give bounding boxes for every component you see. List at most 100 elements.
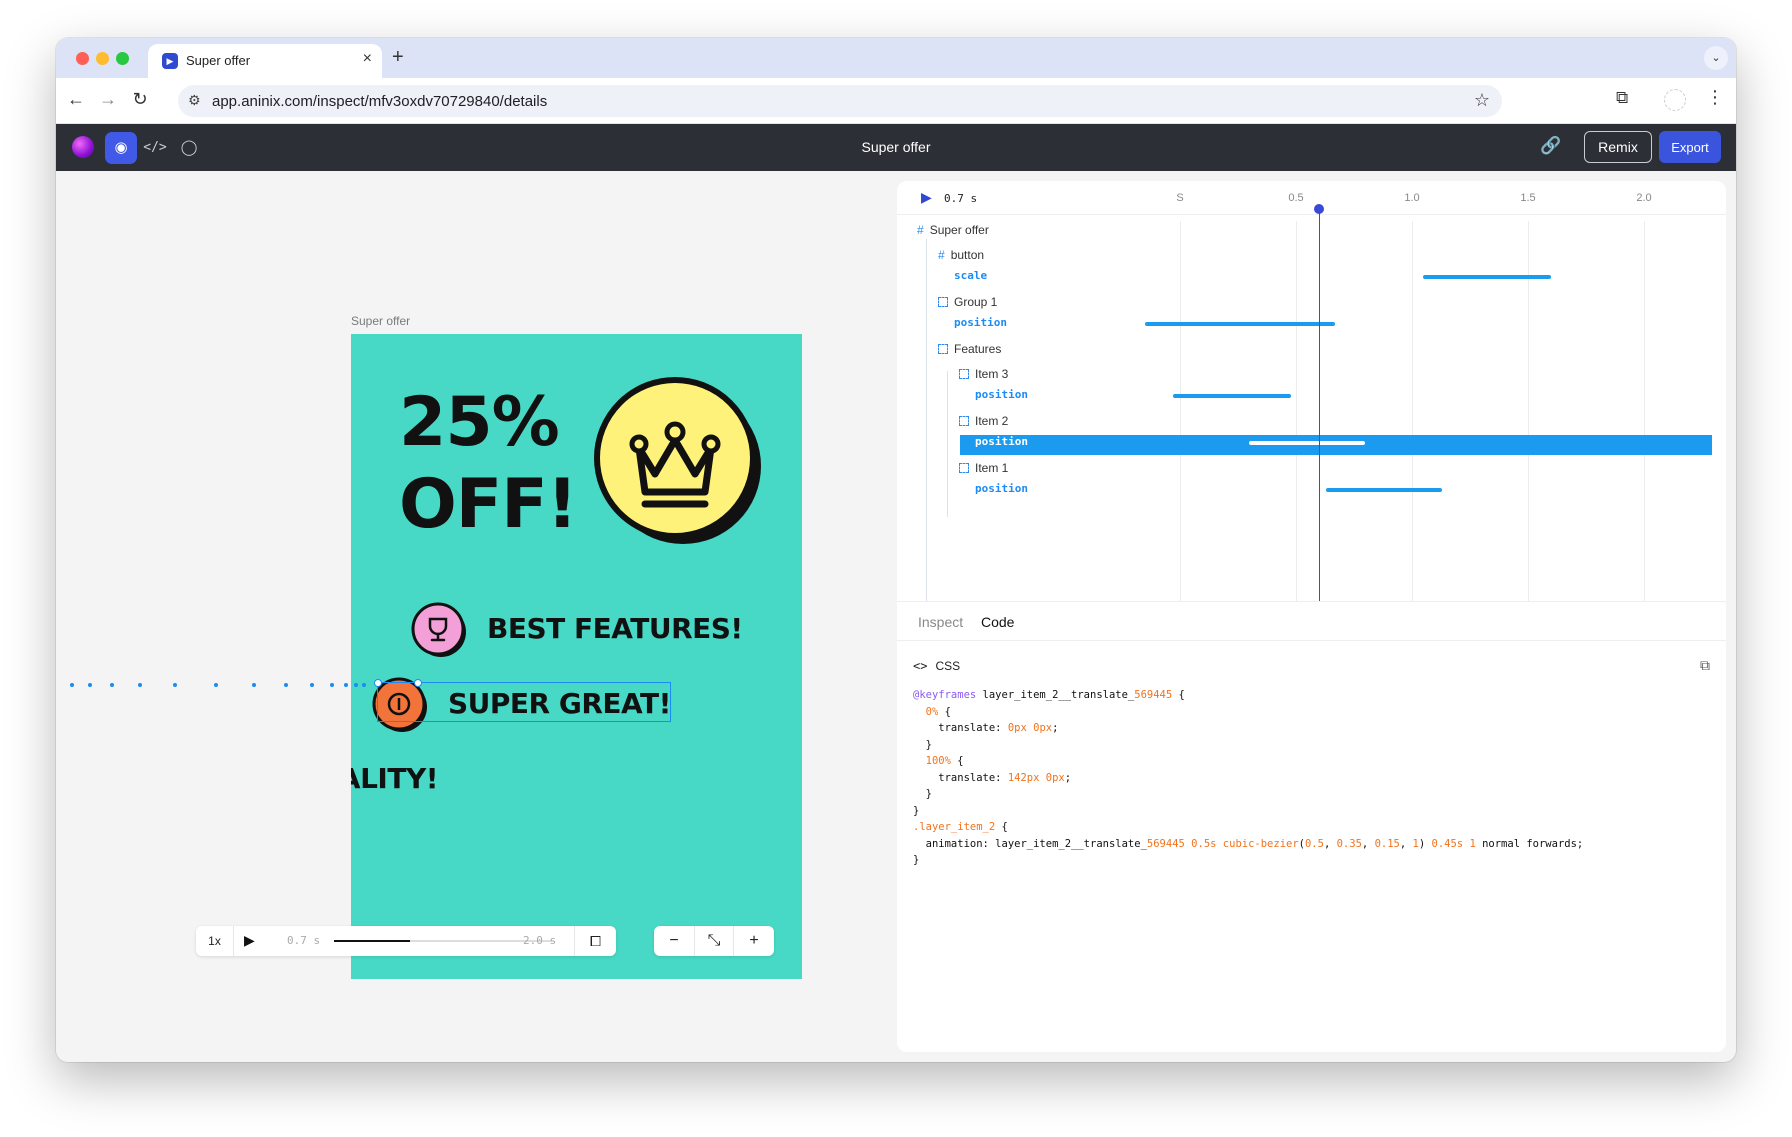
minimize-window-button[interactable] (96, 52, 109, 65)
inspector-panel: ▶ 0.7 s S 0.5 1.0 1.5 2.0 # Super offer # b… (897, 181, 1726, 1052)
layer-name: Super offer (929, 223, 989, 237)
end-time: 2.0 s (523, 934, 557, 947)
property-track-label[interactable]: scale (954, 269, 987, 282)
keyframe-bar[interactable] (1145, 322, 1336, 326)
play-icon[interactable]: ▶ (244, 932, 255, 949)
tree-guide (947, 371, 948, 517)
url-text[interactable]: app.aninix.com/inspect/mfv3oxdv70729840/… (212, 93, 547, 110)
frame-hash-icon: # (938, 248, 945, 262)
canvas-area[interactable]: Super offer 25% OFF! BEST FEATURES! SUPE… (56, 171, 896, 1062)
zoom-controls: − ⤡ + (654, 926, 774, 956)
browser-menu-icon[interactable]: ⋮ (1706, 87, 1724, 108)
timeline-header: ▶ 0.7 s S 0.5 1.0 1.5 2.0 (897, 181, 1726, 215)
crown-badge-icon[interactable] (591, 374, 763, 546)
property-track-label[interactable]: position (975, 482, 1028, 495)
scrubber[interactable] (334, 940, 552, 942)
headline-line-2: OFF! (399, 465, 578, 544)
panel-tabs: Inspect Code (897, 601, 1726, 641)
browser-toolbar: ← → ↻ ⚙ app.aninix.com/inspect/mfv3oxdv7… (56, 78, 1736, 124)
extensions-puzzle-icon[interactable]: ⧉ (1616, 88, 1628, 108)
layer-group-label[interactable]: Item 3 (959, 367, 1008, 381)
tab-strip: ▶ Super offer × + ⌄ (56, 38, 1736, 78)
css-code-block[interactable]: @keyframes layer_item_2__translate_56944… (913, 687, 1583, 869)
fit-frame-icon[interactable]: ⧠ (574, 926, 616, 956)
timeline-gridline (1296, 221, 1297, 601)
playhead[interactable] (1319, 209, 1320, 601)
artboard[interactable]: 25% OFF! BEST FEATURES! SUPER GREAT! LIT… (351, 334, 802, 979)
keyframe-bar[interactable] (1423, 275, 1551, 279)
code-brackets-icon: <> (913, 659, 928, 673)
timeline-play-icon[interactable]: ▶ (921, 189, 932, 206)
group-dashed-icon (959, 416, 969, 426)
layer-frame-label[interactable]: # Super offer (917, 223, 989, 237)
tab-title: Super offer (186, 53, 251, 68)
site-info-icon[interactable]: ⚙ (188, 92, 201, 109)
tab-inspect[interactable]: Inspect (918, 614, 963, 630)
code-language: CSS (935, 659, 961, 673)
profile-avatar[interactable] (1664, 89, 1686, 111)
playhead-handle[interactable] (1314, 204, 1324, 214)
layer-name: Group 1 (954, 295, 998, 309)
selection-handle[interactable] (374, 679, 382, 687)
timeline-tick: 0.5 (1288, 192, 1304, 204)
selection-handle[interactable] (414, 679, 422, 687)
layer-group-label[interactable]: Group 1 (938, 295, 997, 309)
feature-item-3[interactable]: BEST FEATURES! (411, 602, 791, 658)
artboard-label: Super offer (351, 314, 411, 328)
scrubber-progress (334, 940, 411, 942)
zoom-out-icon[interactable]: − (654, 926, 694, 956)
layer-name: Item 1 (975, 461, 1009, 475)
browser-window: ▶ Super offer × + ⌄ ← → ↻ ⚙ app.aninix.c… (56, 38, 1736, 1062)
timeline-current-time: 0.7 s (944, 192, 978, 205)
address-bar[interactable]: ⚙ app.aninix.com/inspect/mfv3oxdv7072984… (178, 85, 1502, 117)
playback-speed-button[interactable]: 1x (196, 926, 234, 956)
copy-link-icon[interactable]: 🔗 (1540, 136, 1561, 156)
new-tab-icon[interactable]: + (392, 46, 404, 69)
selected-track-row[interactable] (960, 435, 1712, 455)
browser-tab[interactable]: ▶ Super offer × (148, 44, 382, 78)
timeline-gridline (1180, 221, 1181, 601)
aninix-favicon-icon: ▶ (162, 53, 178, 69)
tree-guide (926, 239, 927, 601)
close-window-button[interactable] (76, 52, 89, 65)
export-button[interactable]: Export (1659, 131, 1721, 163)
code-language-header: <> CSS (913, 659, 960, 673)
property-track-label[interactable]: position (954, 316, 1007, 329)
keyframe-bar[interactable] (1172, 394, 1292, 398)
close-tab-icon[interactable]: × (363, 50, 372, 68)
keyframe-bar[interactable] (1325, 488, 1442, 492)
frame-hash-icon: # (917, 223, 924, 237)
timeline-tick: S (1176, 192, 1184, 204)
maximize-window-button[interactable] (116, 52, 129, 65)
layer-group-label[interactable]: Item 1 (959, 461, 1008, 475)
timeline-gridline (1412, 221, 1413, 601)
layer-name: Features (954, 342, 1002, 356)
fit-to-screen-icon[interactable]: ⤡ (694, 926, 734, 956)
layer-group-label[interactable]: Features (938, 342, 1001, 356)
motion-path (70, 683, 366, 687)
remix-button[interactable]: Remix (1584, 131, 1652, 163)
tab-search-chevron-icon[interactable]: ⌄ (1704, 46, 1728, 70)
selection-outline[interactable] (374, 679, 671, 722)
current-time: 0.7 s (287, 934, 321, 947)
property-track-label[interactable]: position (975, 435, 1028, 448)
feature-text: BEST FEATURES! (487, 612, 743, 645)
tab-code[interactable]: Code (981, 614, 1014, 630)
property-track-label[interactable]: position (975, 388, 1028, 401)
zoom-in-icon[interactable]: + (734, 926, 774, 956)
reload-icon[interactable]: ↻ (128, 89, 152, 110)
back-arrow-icon[interactable]: ← (64, 89, 88, 110)
layer-frame-label[interactable]: # button (938, 248, 984, 262)
timeline-gridline (1644, 221, 1645, 601)
keyframe-bar[interactable] (1249, 441, 1366, 445)
layer-name: button (950, 248, 985, 262)
group-dashed-icon (959, 369, 969, 379)
feature-item-1[interactable]: JALITY! (351, 752, 709, 808)
headline[interactable]: 25% OFF! (399, 382, 578, 546)
forward-arrow-icon[interactable]: → (96, 89, 120, 110)
group-dashed-icon (959, 463, 969, 473)
layer-group-label[interactable]: Item 2 (959, 414, 1008, 428)
bookmark-star-icon[interactable]: ☆ (1474, 90, 1490, 111)
copy-code-icon[interactable]: ⧉ (1700, 657, 1710, 674)
feature-text: JALITY! (351, 762, 439, 795)
